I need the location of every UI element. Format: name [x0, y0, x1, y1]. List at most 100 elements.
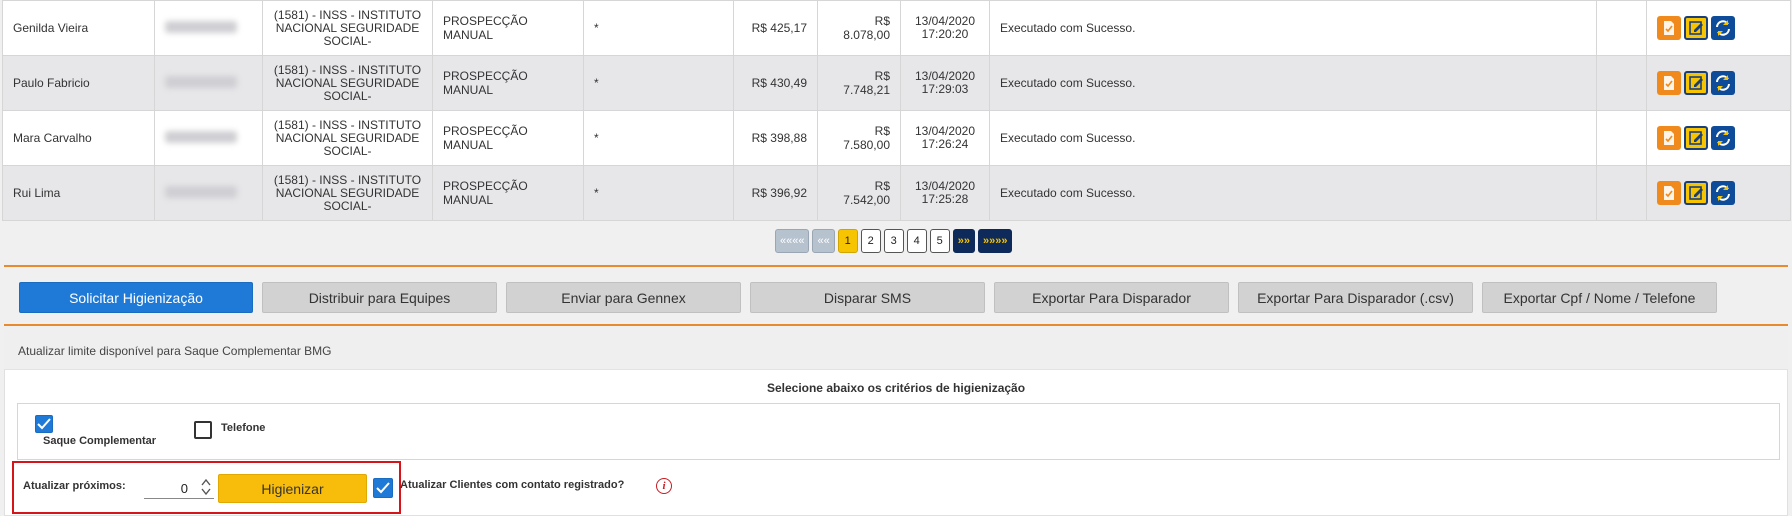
enviar-gennex-button[interactable]: Enviar para Gennex: [506, 282, 741, 313]
criteria-box: Saque Complementar Telefone: [17, 403, 1780, 460]
cell-mark: *: [583, 165, 734, 221]
cell-value-1: R$ 398,88: [733, 110, 818, 166]
page-2-button[interactable]: 2: [860, 229, 881, 253]
table-row: Mara Carvalho (1581) - INSS - INSTITUTO N…: [2, 110, 1791, 166]
cell-name: Paulo Fabricio: [2, 55, 155, 111]
cell-agency: (1581) - INSS - INSTITUTO NACIONAL SEGUR…: [262, 55, 433, 111]
cell-origin: PROSPECÇÃO MANUAL: [432, 165, 584, 221]
edit-icon[interactable]: [1684, 71, 1708, 95]
cell-actions: [1646, 165, 1791, 221]
page-1-button[interactable]: 1: [837, 229, 858, 253]
page-last-button[interactable]: »»»»: [977, 229, 1013, 253]
info-icon[interactable]: i: [656, 478, 672, 494]
cell-agency: (1581) - INSS - INSTITUTO NACIONAL SEGUR…: [262, 165, 433, 221]
cell-actions: [1646, 0, 1791, 56]
cell-datetime: 13/04/2020 17:29:03: [900, 55, 990, 111]
cell-origin: PROSPECÇÃO MANUAL: [432, 0, 584, 56]
cell-time: 17:25:28: [921, 192, 969, 206]
cell-mark: *: [583, 110, 734, 166]
cell-time: 17:26:24: [921, 137, 969, 151]
cell-status: Executado com Sucesso.: [989, 55, 1597, 111]
edit-icon[interactable]: [1684, 126, 1708, 150]
exportar-cpf-button[interactable]: Exportar Cpf / Nome / Telefone: [1482, 282, 1717, 313]
page-first-button[interactable]: ««««: [775, 229, 810, 253]
atualizar-proximos-input[interactable]: 0: [144, 475, 214, 499]
cell-mark: *: [583, 55, 734, 111]
blurred-cpf: [165, 20, 237, 33]
table-row: Rui Lima (1581) - INSS - INSTITUTO NACION…: [2, 165, 1791, 221]
distribuir-equipes-button[interactable]: Distribuir para Equipes: [262, 282, 497, 313]
edit-icon[interactable]: [1684, 181, 1708, 205]
page-prev-button[interactable]: ««: [812, 229, 835, 253]
results-table: Genilda Vieira (1581) - INSS - INSTITUTO …: [2, 0, 1791, 221]
document-check-icon[interactable]: [1657, 181, 1681, 205]
exportar-disparador-csv-button[interactable]: Exportar Para Disparador (.csv): [1238, 282, 1473, 313]
cell-empty: [1596, 110, 1647, 166]
cell-status: Executado com Sucesso.: [989, 110, 1597, 166]
divider-bottom: [4, 324, 1788, 326]
check-icon: [37, 418, 51, 430]
divider-top: [4, 265, 1788, 267]
refresh-icon[interactable]: [1711, 126, 1735, 150]
cell-name: Mara Carvalho: [2, 110, 155, 166]
cell-time: 17:20:20: [921, 27, 969, 41]
cell-agency: (1581) - INSS - INSTITUTO NACIONAL SEGUR…: [262, 110, 433, 166]
table-row: Paulo Fabricio (1581) - INSS - INSTITUTO …: [2, 55, 1791, 111]
stepper-icon[interactable]: [200, 477, 212, 497]
cell-actions: [1646, 110, 1791, 166]
limit-text: Atualizar limite disponível para Saque C…: [18, 344, 332, 358]
cell-datetime: 13/04/2020 17:25:28: [900, 165, 990, 221]
cell-empty: [1596, 0, 1647, 56]
cell-actions: [1646, 55, 1791, 111]
cell-value-2: R$ 7.542,00: [817, 165, 901, 221]
saque-complementar-label: Saque Complementar: [43, 435, 157, 447]
cell-empty: [1596, 165, 1647, 221]
cell-origin: PROSPECÇÃO MANUAL: [432, 55, 584, 111]
telefone-checkbox[interactable]: [194, 421, 212, 439]
cell-value-2: R$ 8.078,00: [817, 0, 901, 56]
cell-agency: (1581) - INSS - INSTITUTO NACIONAL SEGUR…: [262, 0, 433, 56]
document-check-icon[interactable]: [1657, 126, 1681, 150]
cell-cpf: [154, 165, 263, 221]
cell-value-1: R$ 425,17: [733, 0, 818, 56]
document-check-icon[interactable]: [1657, 71, 1681, 95]
cell-name: Genilda Vieira: [2, 0, 155, 56]
contato-registrado-checkbox[interactable]: [373, 478, 393, 498]
cell-time: 17:29:03: [921, 82, 969, 96]
cell-datetime: 13/04/2020 17:20:20: [900, 0, 990, 56]
refresh-icon[interactable]: [1711, 16, 1735, 40]
edit-icon[interactable]: [1684, 16, 1708, 40]
exportar-disparador-button[interactable]: Exportar Para Disparador: [994, 282, 1229, 313]
cell-mark: *: [583, 0, 734, 56]
page-next-button[interactable]: »»: [952, 229, 975, 253]
solicitar-higienizacao-button[interactable]: Solicitar Higienização: [19, 282, 253, 313]
cell-datetime: 13/04/2020 17:26:24: [900, 110, 990, 166]
cell-empty: [1596, 55, 1647, 111]
cell-value-2: R$ 7.580,00: [817, 110, 901, 166]
telefone-label: Telefone: [221, 422, 266, 434]
blurred-cpf: [165, 75, 237, 88]
page-3-button[interactable]: 3: [883, 229, 904, 253]
cell-value-2: R$ 7.748,21: [817, 55, 901, 111]
cell-cpf: [154, 110, 263, 166]
blurred-cpf: [165, 185, 237, 198]
document-check-icon[interactable]: [1657, 16, 1681, 40]
cell-cpf: [154, 0, 263, 56]
disparar-sms-button[interactable]: Disparar SMS: [750, 282, 985, 313]
page-4-button[interactable]: 4: [906, 229, 927, 253]
action-toolbar: Solicitar Higienização Distribuir para E…: [19, 282, 1717, 313]
cell-value-1: R$ 396,92: [733, 165, 818, 221]
cell-origin: PROSPECÇÃO MANUAL: [432, 110, 584, 166]
refresh-icon[interactable]: [1711, 181, 1735, 205]
saque-complementar-checkbox[interactable]: [35, 415, 53, 433]
atualizar-proximos-label: Atualizar próximos:: [23, 480, 126, 492]
table-row: Genilda Vieira (1581) - INSS - INSTITUTO …: [2, 0, 1791, 56]
check-icon: [376, 482, 390, 494]
cell-cpf: [154, 55, 263, 111]
refresh-icon[interactable]: [1711, 71, 1735, 95]
higienizar-button[interactable]: Higienizar: [218, 474, 367, 503]
pagination: «««« «« 1 2 3 4 5 »» »»»»: [775, 229, 1013, 253]
page-5-button[interactable]: 5: [929, 229, 950, 253]
criteria-title: Selecione abaixo os critérios de higieni…: [766, 381, 1026, 395]
contato-registrado-label: Atualizar Clientes com contato registrad…: [400, 479, 625, 491]
